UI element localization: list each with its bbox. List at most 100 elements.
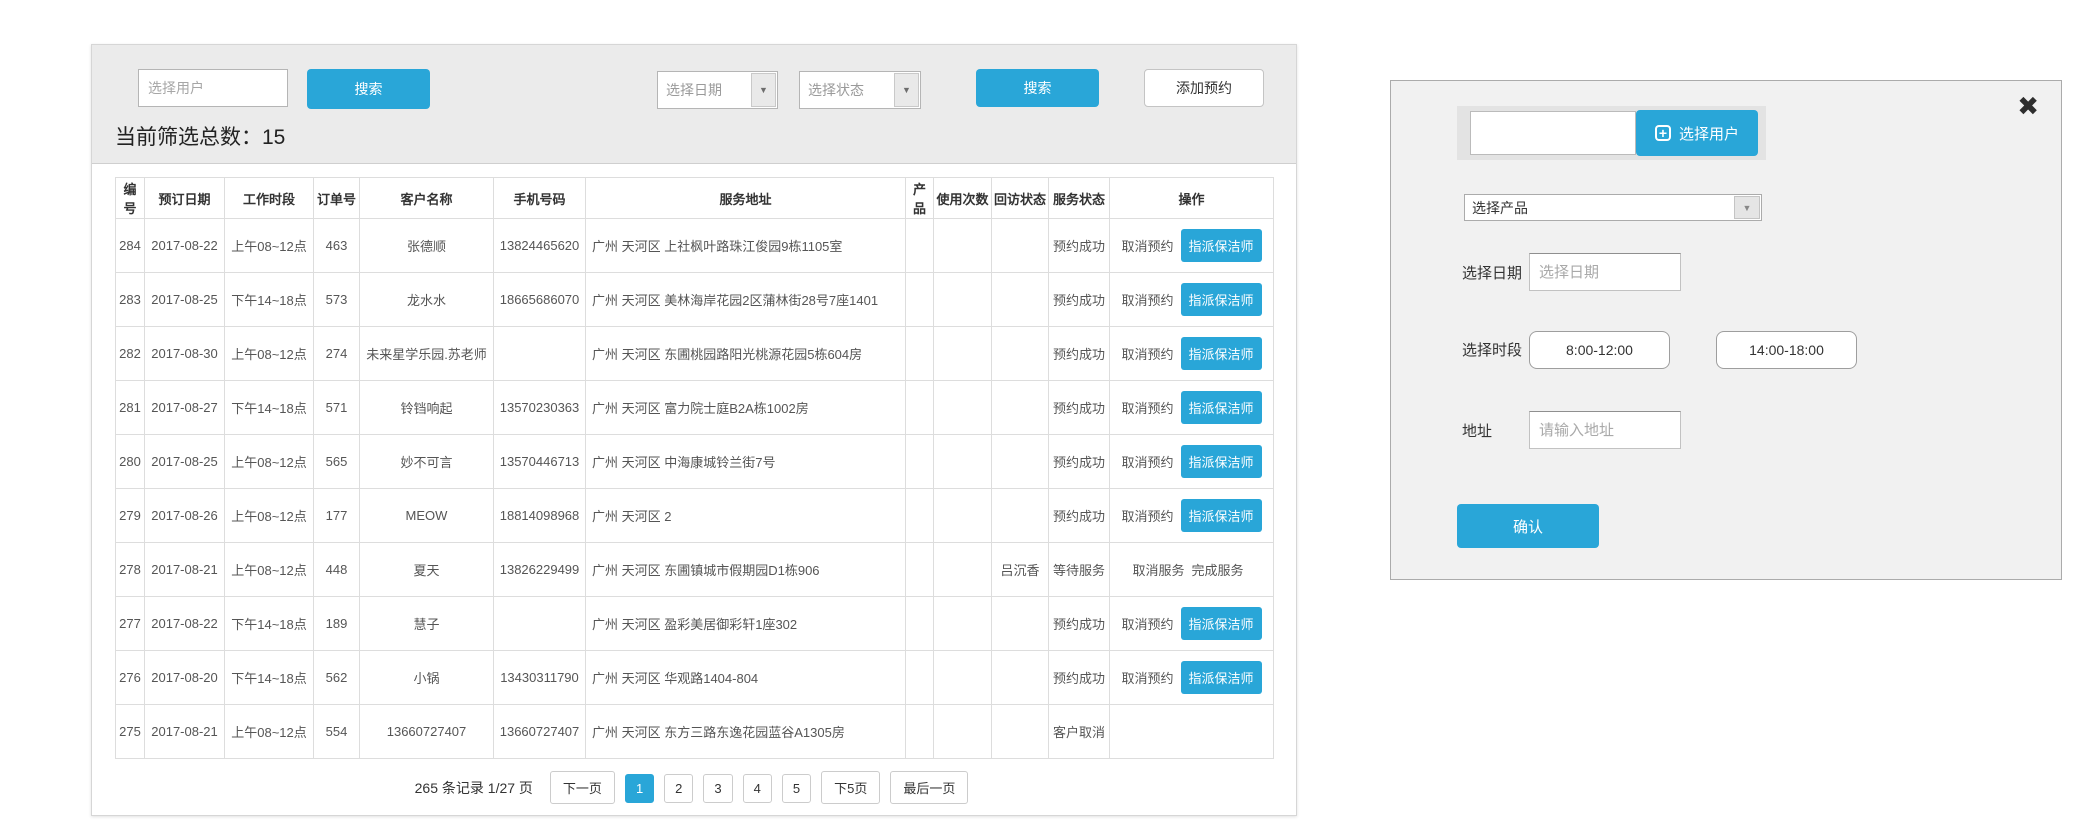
- action-link[interactable]: 取消预约: [1121, 617, 1173, 632]
- cell-id: 283: [116, 273, 145, 327]
- product-select-value: 选择产品: [1465, 195, 1733, 220]
- cell-phone: 13660727407: [494, 705, 586, 759]
- page-button[interactable]: 4: [743, 774, 772, 803]
- assign-cleaner-button[interactable]: 指派保洁师: [1181, 337, 1262, 370]
- product-select[interactable]: 选择产品 ▼: [1464, 194, 1762, 221]
- cell-visit-status: [992, 273, 1049, 327]
- action-link[interactable]: 取消预约: [1121, 293, 1173, 308]
- cell-order-no: 565: [314, 435, 360, 489]
- cell-visit-status: [992, 597, 1049, 651]
- cell-phone: 13824465620: [494, 219, 586, 273]
- cell-period: 下午14~18点: [225, 381, 314, 435]
- cell-period: 下午14~18点: [225, 597, 314, 651]
- cell-order-no: 562: [314, 651, 360, 705]
- cell-service-status: 预约成功: [1049, 273, 1110, 327]
- page-button[interactable]: 3: [703, 774, 732, 803]
- cell-actions: 取消服务完成服务: [1110, 543, 1274, 597]
- table-row: 2792017-08-26上午08~12点177MEOW18814098968广…: [116, 489, 1274, 543]
- cell-date: 2017-08-22: [145, 219, 225, 273]
- time-slot-group: 8:00-12:00 14:00-18:00: [1529, 331, 1857, 369]
- assign-cleaner-button[interactable]: 指派保洁师: [1181, 499, 1262, 532]
- action-link[interactable]: 完成服务: [1192, 563, 1244, 578]
- cell-id: 277: [116, 597, 145, 651]
- cell-actions: 取消预约指派保洁师: [1110, 597, 1274, 651]
- next-5-pages-button[interactable]: 下5页: [821, 771, 880, 804]
- selected-user-input[interactable]: [1470, 111, 1636, 155]
- action-link[interactable]: 取消预约: [1121, 239, 1173, 254]
- add-booking-modal: ✖ + 选择用户 选择产品 ▼ 选择日期 选择时段 8:00-12:00 14:0…: [1390, 80, 2062, 580]
- date-label: 选择日期: [1462, 262, 1522, 283]
- cell-product: [906, 381, 934, 435]
- last-page-button[interactable]: 最后一页: [890, 771, 968, 804]
- action-link[interactable]: 取消预约: [1121, 347, 1173, 362]
- cell-actions: 取消预约指派保洁师: [1110, 219, 1274, 273]
- cell-product: [906, 705, 934, 759]
- page-button[interactable]: 2: [664, 774, 693, 803]
- cell-id: 276: [116, 651, 145, 705]
- confirm-button[interactable]: 确认: [1457, 504, 1599, 548]
- table-row: 2782017-08-21上午08~12点448夏天13826229499广州 …: [116, 543, 1274, 597]
- assign-cleaner-button[interactable]: 指派保洁师: [1181, 391, 1262, 424]
- user-select-row: + 选择用户: [1457, 106, 1766, 160]
- close-icon[interactable]: ✖: [2017, 93, 2039, 119]
- cell-phone: 13570446713: [494, 435, 586, 489]
- table-row: 2802017-08-25上午08~12点565妙不可言13570446713广…: [116, 435, 1274, 489]
- cell-product: [906, 489, 934, 543]
- user-search-button[interactable]: 搜索: [307, 69, 430, 109]
- date-input[interactable]: [1529, 253, 1681, 291]
- page-button[interactable]: 5: [782, 774, 811, 803]
- cell-visit-status: [992, 327, 1049, 381]
- status-filter-select[interactable]: 选择状态 ▼: [799, 71, 921, 109]
- cell-customer: 龙水水: [360, 273, 494, 327]
- assign-cleaner-button[interactable]: 指派保洁师: [1181, 229, 1262, 262]
- action-link[interactable]: 取消预约: [1121, 671, 1173, 686]
- cell-actions: 取消预约指派保洁师: [1110, 381, 1274, 435]
- column-header: 使用次数: [934, 178, 992, 219]
- assign-cleaner-button[interactable]: 指派保洁师: [1181, 445, 1262, 478]
- action-link[interactable]: 取消预约: [1121, 455, 1173, 470]
- cell-visit-status: [992, 651, 1049, 705]
- plus-icon: +: [1655, 125, 1671, 141]
- select-user-label: 选择用户: [1679, 123, 1739, 144]
- time-slot-button[interactable]: 8:00-12:00: [1529, 331, 1670, 369]
- cell-actions: 取消预约指派保洁师: [1110, 651, 1274, 705]
- cell-phone: 13430311790: [494, 651, 586, 705]
- action-link[interactable]: 取消服务: [1132, 563, 1184, 578]
- time-label: 选择时段: [1462, 339, 1522, 360]
- cell-product: [906, 435, 934, 489]
- cell-service-status: 预约成功: [1049, 327, 1110, 381]
- cell-period: 上午08~12点: [225, 327, 314, 381]
- cell-phone: 18665686070: [494, 273, 586, 327]
- column-header: 预订日期: [145, 178, 225, 219]
- select-user-button[interactable]: + 选择用户: [1636, 110, 1758, 156]
- cell-customer: 张德顺: [360, 219, 494, 273]
- cell-actions: 取消预约指派保洁师: [1110, 273, 1274, 327]
- cell-date: 2017-08-21: [145, 543, 225, 597]
- cell-phone: [494, 597, 586, 651]
- add-booking-button[interactable]: 添加预约: [1144, 69, 1264, 107]
- filter-search-button[interactable]: 搜索: [976, 69, 1099, 107]
- address-input[interactable]: [1529, 411, 1681, 449]
- cell-address: 广州 天河区 上社枫叶路珠江俊园9栋1105室: [586, 219, 906, 273]
- page-button[interactable]: 1: [625, 774, 654, 803]
- cell-use-count: [934, 543, 992, 597]
- next-page-button[interactable]: 下一页: [550, 771, 615, 804]
- date-filter-select[interactable]: 选择日期 ▼: [657, 71, 778, 109]
- table-row: 2772017-08-22下午14~18点189慧子广州 天河区 盈彩美居御彩轩…: [116, 597, 1274, 651]
- action-link[interactable]: 取消预约: [1121, 509, 1173, 524]
- user-filter-input[interactable]: [138, 69, 288, 107]
- cell-service-status: 预约成功: [1049, 651, 1110, 705]
- cell-address: 广州 天河区 中海康城铃兰街7号: [586, 435, 906, 489]
- assign-cleaner-button[interactable]: 指派保洁师: [1181, 283, 1262, 316]
- cell-actions: 取消预约指派保洁师: [1110, 489, 1274, 543]
- cell-visit-status: [992, 489, 1049, 543]
- cell-use-count: [934, 597, 992, 651]
- time-slot-button[interactable]: 14:00-18:00: [1716, 331, 1857, 369]
- cell-customer: 未来星学乐园.苏老师: [360, 327, 494, 381]
- column-header: 服务状态: [1049, 178, 1110, 219]
- cell-visit-status: [992, 435, 1049, 489]
- assign-cleaner-button[interactable]: 指派保洁师: [1181, 661, 1262, 694]
- assign-cleaner-button[interactable]: 指派保洁师: [1181, 607, 1262, 640]
- cell-customer: 慧子: [360, 597, 494, 651]
- action-link[interactable]: 取消预约: [1121, 401, 1173, 416]
